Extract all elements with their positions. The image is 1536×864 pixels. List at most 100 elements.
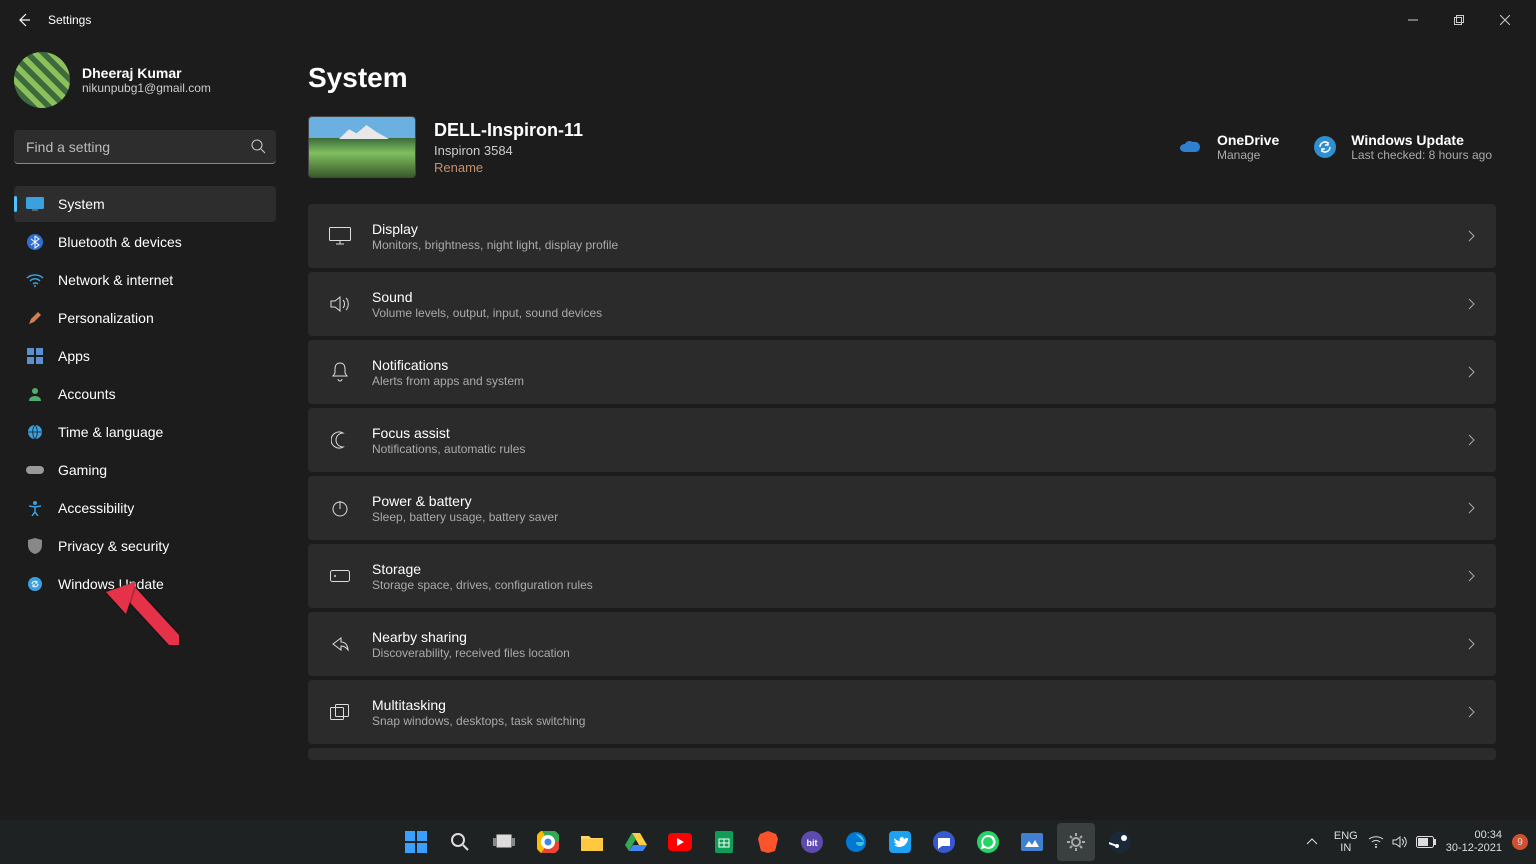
setting-title: Notifications — [372, 357, 1468, 373]
sidebar-label: Apps — [58, 348, 90, 364]
moon-icon — [328, 428, 352, 452]
wifi-tray-icon — [1368, 836, 1384, 848]
settings-icon[interactable] — [1057, 823, 1095, 861]
sidebar-label: Time & language — [58, 424, 163, 440]
storage-icon — [328, 564, 352, 588]
taskview-button[interactable] — [485, 823, 523, 861]
setting-multitasking[interactable]: MultitaskingSnap windows, desktops, task… — [308, 680, 1496, 744]
time: 00:34 — [1446, 829, 1502, 842]
update-quick[interactable]: Windows Update Last checked: 8 hours ago — [1311, 132, 1492, 162]
back-button[interactable] — [8, 4, 40, 36]
device-model: Inspiron 3584 — [434, 143, 583, 158]
setting-title: Focus assist — [372, 425, 1468, 441]
sidebar-item-accounts[interactable]: Accounts — [14, 376, 276, 412]
sidebar-label: Accounts — [58, 386, 116, 402]
sidebar-item-personalization[interactable]: Personalization — [14, 300, 276, 336]
back-arrow-icon — [16, 12, 32, 28]
sidebar-item-network[interactable]: Network & internet — [14, 262, 276, 298]
close-button[interactable] — [1482, 4, 1528, 36]
language-indicator[interactable]: ENG IN — [1334, 830, 1358, 854]
bit-icon[interactable]: bit — [793, 823, 831, 861]
setting-focus[interactable]: Focus assistNotifications, automatic rul… — [308, 408, 1496, 472]
profile-block[interactable]: Dheeraj Kumar nikunpubg1@gmail.com — [14, 52, 276, 108]
multitask-icon — [328, 700, 352, 724]
explorer-icon[interactable] — [573, 823, 611, 861]
setting-sub: Alerts from apps and system — [372, 374, 1468, 388]
setting-sound[interactable]: SoundVolume levels, output, input, sound… — [308, 272, 1496, 336]
search-input[interactable] — [14, 130, 276, 164]
accessibility-icon — [26, 499, 44, 517]
start-button[interactable] — [397, 823, 435, 861]
bluetooth-icon — [26, 233, 44, 251]
system-tray: ENG IN 00:34 30-12-2021 9 — [1300, 823, 1528, 861]
person-icon — [26, 385, 44, 403]
sidebar-item-update[interactable]: Windows Update — [14, 566, 276, 602]
search-button[interactable] — [441, 823, 479, 861]
sidebar-label: Privacy & security — [58, 538, 169, 554]
lang-primary: ENG — [1334, 830, 1358, 842]
setting-partial — [308, 748, 1496, 760]
update-icon — [26, 575, 44, 593]
date: 30-12-2021 — [1446, 842, 1502, 855]
messages-icon[interactable] — [925, 823, 963, 861]
sidebar-item-gaming[interactable]: Gaming — [14, 452, 276, 488]
gamepad-icon — [26, 461, 44, 479]
page-title: System — [308, 62, 1496, 94]
tray-icons[interactable] — [1368, 835, 1436, 849]
sidebar-label: Windows Update — [58, 576, 164, 592]
sidebar-item-apps[interactable]: Apps — [14, 338, 276, 374]
lang-secondary: IN — [1334, 842, 1358, 854]
settings-list: DisplayMonitors, brightness, night light… — [308, 204, 1496, 760]
bell-icon — [328, 360, 352, 384]
twitter-icon[interactable] — [881, 823, 919, 861]
setting-display[interactable]: DisplayMonitors, brightness, night light… — [308, 204, 1496, 268]
chevron-right-icon — [1468, 570, 1476, 582]
drive-icon[interactable] — [617, 823, 655, 861]
cloud-icon — [1177, 133, 1205, 161]
notification-badge[interactable]: 9 — [1512, 834, 1528, 850]
setting-power[interactable]: Power & batterySleep, battery usage, bat… — [308, 476, 1496, 540]
sidebar-item-privacy[interactable]: Privacy & security — [14, 528, 276, 564]
youtube-icon[interactable] — [661, 823, 699, 861]
sidebar-item-time[interactable]: Time & language — [14, 414, 276, 450]
chevron-right-icon — [1468, 298, 1476, 310]
share-icon — [328, 632, 352, 656]
setting-title: Sound — [372, 289, 1468, 305]
wallpaper-thumbnail[interactable] — [308, 116, 416, 178]
maximize-button[interactable] — [1436, 4, 1482, 36]
onedrive-sub: Manage — [1217, 148, 1279, 162]
brave-icon[interactable] — [749, 823, 787, 861]
sidebar-label: Personalization — [58, 310, 154, 326]
minimize-button[interactable] — [1390, 4, 1436, 36]
rename-link[interactable]: Rename — [434, 160, 583, 175]
clock[interactable]: 00:34 30-12-2021 — [1446, 829, 1502, 855]
setting-sub: Sleep, battery usage, battery saver — [372, 510, 1468, 524]
steam-icon[interactable] — [1101, 823, 1139, 861]
maximize-icon — [1454, 15, 1464, 25]
setting-title: Nearby sharing — [372, 629, 1468, 645]
onedrive-quick[interactable]: OneDrive Manage — [1177, 132, 1279, 162]
setting-notifications[interactable]: NotificationsAlerts from apps and system — [308, 340, 1496, 404]
search-box — [14, 130, 276, 164]
setting-title: Storage — [372, 561, 1468, 577]
app-icon[interactable] — [1013, 823, 1051, 861]
sidebar-item-bluetooth[interactable]: Bluetooth & devices — [14, 224, 276, 260]
sheets-icon[interactable] — [705, 823, 743, 861]
title-bar: Settings — [0, 0, 1536, 40]
shield-icon — [26, 537, 44, 555]
setting-storage[interactable]: StorageStorage space, drives, configurat… — [308, 544, 1496, 608]
close-icon — [1500, 15, 1510, 25]
chrome-icon[interactable] — [529, 823, 567, 861]
tray-chevron[interactable] — [1300, 823, 1324, 861]
setting-sub: Snap windows, desktops, task switching — [372, 714, 1468, 728]
edge-icon[interactable] — [837, 823, 875, 861]
display-icon — [26, 195, 44, 213]
setting-sub: Notifications, automatic rules — [372, 442, 1468, 456]
chevron-right-icon — [1468, 502, 1476, 514]
setting-nearby[interactable]: Nearby sharingDiscoverability, received … — [308, 612, 1496, 676]
chevron-right-icon — [1468, 638, 1476, 650]
whatsapp-icon[interactable] — [969, 823, 1007, 861]
sidebar-item-system[interactable]: System — [14, 186, 276, 222]
update-sub: Last checked: 8 hours ago — [1351, 148, 1492, 162]
sidebar-item-accessibility[interactable]: Accessibility — [14, 490, 276, 526]
